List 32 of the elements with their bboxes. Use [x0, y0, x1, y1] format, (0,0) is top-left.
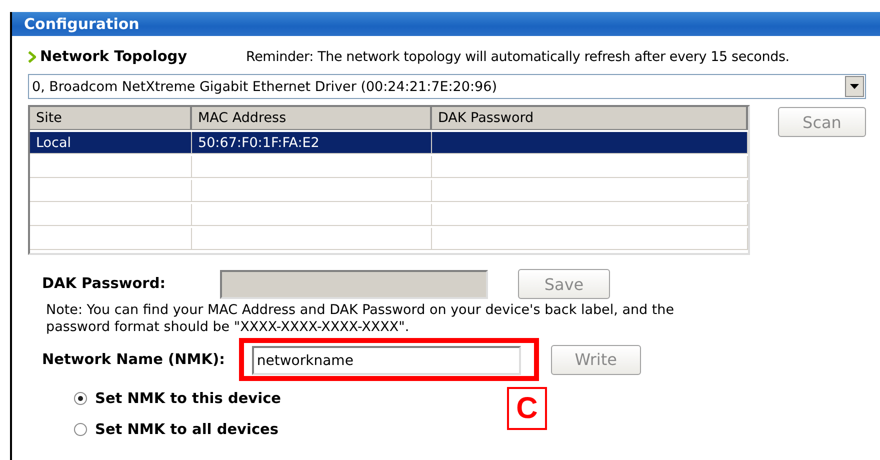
table-cell[interactable]	[192, 156, 432, 178]
table-cell[interactable]	[30, 156, 192, 178]
reminder-text: Reminder: The network topology will automatically refresh after every 15 seconds.	[246, 49, 790, 65]
table-cell[interactable]	[30, 204, 192, 226]
table-cell[interactable]	[432, 156, 748, 178]
bullet-icon	[28, 51, 36, 63]
column-header[interactable]: DAK Password	[432, 107, 748, 130]
selected-table-cell[interactable]	[432, 132, 748, 154]
note-text: Note: You can find your MAC Address and DAK Password on your device's back label, and the password format should be "XXXX-XXXX-XXXX-XXXX".	[46, 302, 676, 336]
callout-label: C	[507, 387, 548, 430]
radio-label[interactable]: Set NMK to all devices	[95, 422, 279, 438]
section-heading: Network Topology	[40, 49, 188, 65]
table-cell[interactable]	[432, 204, 748, 226]
dak-password-label: DAK Password:	[42, 276, 167, 292]
radio-button[interactable]	[74, 392, 87, 405]
table-cell[interactable]	[192, 204, 432, 226]
column-header[interactable]: MAC Address	[192, 107, 432, 130]
table-cell[interactable]	[432, 228, 748, 250]
table-cell[interactable]	[30, 228, 192, 250]
radio-button[interactable]	[74, 423, 87, 436]
window-title: Configuration	[12, 12, 880, 36]
table-cell[interactable]	[432, 180, 748, 202]
column-header[interactable]: Site	[30, 107, 192, 130]
selected-table-cell[interactable]: Local	[30, 132, 192, 154]
adapter-dropdown[interactable]: 0, Broadcom NetXtreme Gigabit Ethernet Driver (00:24:21:7E:20:96)	[28, 74, 866, 99]
radio-label[interactable]: Set NMK to this device	[95, 390, 282, 406]
table-cell[interactable]	[192, 180, 432, 202]
selected-table-cell[interactable]: 50:67:F0:1F:FA:E2	[192, 132, 432, 154]
table-cell[interactable]	[30, 180, 192, 202]
network-name-label: Network Name (NMK):	[42, 352, 225, 368]
network-name-field[interactable]: networkname	[252, 346, 521, 375]
table-cell[interactable]	[192, 228, 432, 250]
